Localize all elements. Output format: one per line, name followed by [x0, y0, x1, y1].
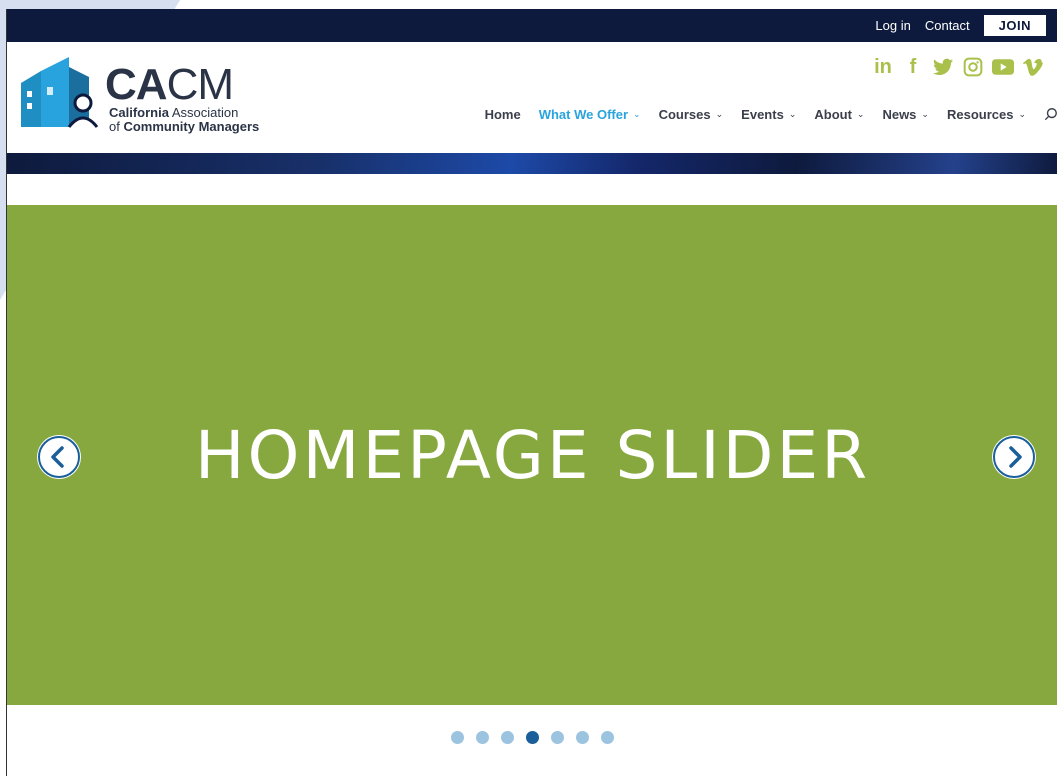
- chevron-down-icon: ⌄: [1018, 108, 1026, 119]
- logo-subtitle-line1: California Association: [109, 105, 239, 120]
- nav-label: Courses: [658, 106, 711, 122]
- slider-dot[interactable]: [526, 731, 539, 744]
- slider-pagination: [7, 731, 1057, 744]
- slider-dot[interactable]: [451, 731, 464, 744]
- youtube-icon[interactable]: [992, 56, 1014, 78]
- chevron-right-icon: [993, 436, 1035, 478]
- nav-item-courses[interactable]: Courses ⌄: [659, 107, 724, 122]
- logo[interactable]: CACM California Association of Community…: [19, 57, 289, 133]
- chevron-left-icon: [38, 436, 80, 478]
- slide-title: HOMEPAGE SLIDER: [194, 416, 871, 494]
- contact-link[interactable]: Contact: [925, 18, 970, 33]
- twitter-icon[interactable]: [932, 56, 954, 78]
- slider-dot[interactable]: [601, 731, 614, 744]
- chevron-down-icon: ⌄: [715, 108, 724, 119]
- header-banner-strip: [7, 153, 1057, 174]
- chevron-down-icon: ⌄: [633, 108, 641, 119]
- nav-item-home[interactable]: Home: [485, 107, 521, 122]
- nav-label: About: [814, 106, 852, 122]
- page: Log in Contact JOIN CACM California Asso…: [6, 9, 1057, 776]
- main-nav: Home What We Offer ⌄ Courses ⌄ Events ⌄ …: [485, 106, 1057, 122]
- nav-label: Resources: [946, 106, 1014, 122]
- homepage-slider: HOMEPAGE SLIDER: [7, 205, 1057, 705]
- site-header: CACM California Association of Community…: [7, 42, 1057, 153]
- logo-buildings-icon: [21, 57, 99, 128]
- logo-title: CACM: [105, 60, 234, 109]
- nav-item-what-we-offer[interactable]: What We Offer ⌄: [539, 107, 641, 122]
- nav-label: Events: [741, 106, 784, 122]
- slider-dot[interactable]: [576, 731, 589, 744]
- login-link[interactable]: Log in: [875, 18, 910, 33]
- slider-dot[interactable]: [501, 731, 514, 744]
- nav-item-news[interactable]: News ⌄: [882, 107, 929, 122]
- chevron-down-icon: ⌄: [856, 108, 865, 119]
- social-links: in f: [872, 56, 1044, 78]
- vimeo-icon[interactable]: [1022, 56, 1044, 78]
- top-utility-bar: Log in Contact JOIN: [7, 9, 1057, 42]
- facebook-icon[interactable]: f: [902, 56, 924, 78]
- logo-subtitle-line2: of Community Managers: [109, 119, 260, 134]
- slider-next-button[interactable]: [992, 435, 1036, 479]
- nav-label: Home: [484, 106, 521, 122]
- chevron-down-icon: ⌄: [921, 108, 929, 119]
- slider-dot[interactable]: [551, 731, 564, 744]
- slider-prev-button[interactable]: [37, 435, 81, 479]
- nav-item-events[interactable]: Events ⌄: [741, 107, 796, 122]
- join-button[interactable]: JOIN: [983, 15, 1046, 36]
- search-button[interactable]: [1044, 106, 1057, 122]
- slider-dot[interactable]: [476, 731, 489, 744]
- search-icon: [1044, 108, 1057, 121]
- nav-item-about[interactable]: About ⌄: [814, 107, 864, 122]
- nav-label: What We Offer: [538, 106, 629, 122]
- linkedin-icon[interactable]: in: [872, 56, 894, 78]
- chevron-down-icon: ⌄: [788, 108, 797, 119]
- nav-item-resources[interactable]: Resources ⌄: [947, 107, 1026, 122]
- instagram-icon[interactable]: [962, 56, 984, 78]
- nav-label: News: [882, 106, 917, 122]
